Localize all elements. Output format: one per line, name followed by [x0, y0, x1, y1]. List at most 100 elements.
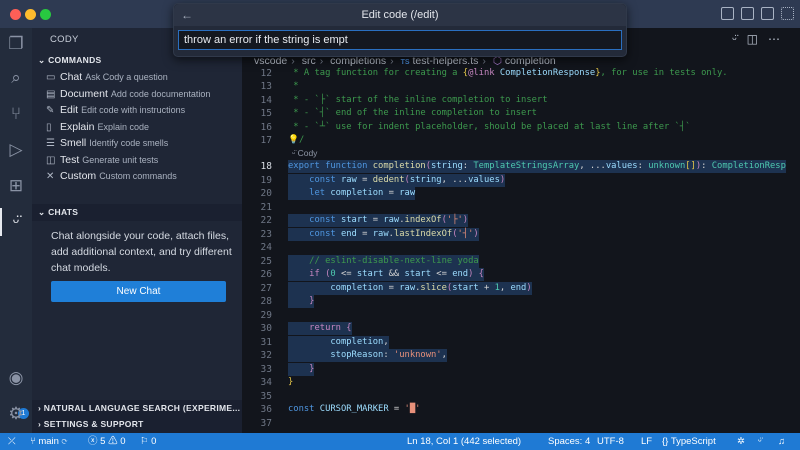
line-number: 35 [260, 390, 272, 402]
code-token: start [356, 269, 384, 279]
indentation[interactable]: Spaces: 4 [548, 433, 590, 450]
command-description: Add code documentation [110, 88, 211, 99]
toggle-secondary-sidebar-icon[interactable] [761, 7, 774, 20]
line-number: 33 [260, 363, 272, 375]
chats-description: Chat alongside your code, attach files, … [51, 230, 232, 274]
code-content: const start = raw.indexOf('├') [288, 214, 469, 227]
nl-search-section-header[interactable]: › NATURAL LANGUAGE SEARCH (EXPERIME... [32, 400, 242, 417]
line-number: 29 [260, 309, 272, 321]
code-token: return [288, 323, 347, 333]
command-smell[interactable]: ☰ Smell Identify code smells [46, 137, 168, 149]
notifications-bell-icon[interactable]: ♫ [778, 433, 785, 450]
code-token: CompletionResponse [499, 68, 596, 78]
code-token: stopReason [288, 350, 384, 360]
customize-layout-icon[interactable] [781, 7, 794, 20]
code-token: 'unknown' [393, 350, 442, 360]
line-number: 17 [260, 135, 272, 146]
command-custom[interactable]: ✕ Custom Custom commands [46, 170, 177, 182]
code-content: completion, [288, 335, 389, 349]
accounts-icon[interactable]: ◉ [6, 368, 26, 388]
code-token: let [288, 188, 331, 198]
line-ending[interactable]: LF [641, 433, 652, 450]
command-description: Ask Cody a question [85, 72, 168, 82]
new-chat-button[interactable]: New Chat [51, 281, 226, 302]
edit-instruction-input[interactable] [178, 30, 622, 50]
command-chat[interactable]: ▭ Chat Ask Cody a question [46, 71, 168, 83]
code-token: ) [526, 282, 532, 293]
code-token: '┤' [457, 228, 474, 239]
minimize-window-button[interactable] [25, 9, 36, 20]
settings-gear-icon[interactable]: ⚙ [6, 404, 26, 424]
code-token: * [288, 81, 299, 92]
code-token: raw [383, 215, 400, 225]
line-number: 26 [260, 269, 272, 280]
branch-indicator[interactable]: ⑂ main ⟳ [30, 433, 67, 450]
cody-status-icon[interactable]: ᵕ̈ [758, 433, 762, 450]
code-token: raw [399, 188, 416, 198]
toggle-panel-icon[interactable] [741, 7, 754, 20]
cody-icon[interactable]: ᵕ̈ [0, 208, 26, 236]
split-editor-icon[interactable]: ◫ [747, 32, 768, 46]
code-token: ) [499, 174, 506, 185]
code-token: dedent [372, 174, 405, 185]
code-token: raw [340, 174, 357, 185]
code-token: [] [685, 161, 696, 171]
settings-support-section-header[interactable]: › SETTINGS & SUPPORT [32, 416, 242, 433]
chats-section-header[interactable]: ⌄ CHATS [32, 204, 242, 221]
close-window-button[interactable] [10, 9, 21, 20]
code-content: let completion = raw [288, 187, 416, 200]
code-token: start [340, 215, 368, 225]
line-number: 28 [260, 296, 272, 307]
code-content: const raw = dedent(string, ...values) [288, 173, 506, 187]
explorer-icon[interactable]: ❐ [6, 34, 26, 54]
back-arrow-icon[interactable]: ← [181, 4, 193, 26]
command-label: Smell [60, 137, 87, 149]
editor[interactable]: ᵕ̈◫⋯ vscode › src › completions › TS test-h… [242, 28, 800, 433]
source-control-icon[interactable]: ⑂ [6, 104, 26, 124]
code-token: end [340, 228, 357, 239]
code-token: + [478, 282, 495, 293]
code-token: , ... [579, 161, 606, 171]
line-number: 23 [260, 228, 272, 240]
command-label: Document [60, 87, 108, 100]
cody-codelens[interactable]: ᵕ̈ Cody [292, 148, 317, 158]
code-token: = [383, 282, 400, 293]
extensions-icon[interactable]: ⊞ [6, 176, 26, 196]
remote-icon[interactable]: ⤫ [8, 433, 16, 450]
code-token: } [288, 363, 315, 374]
line-number: 25 [260, 255, 272, 267]
code-token: indexOf [404, 215, 442, 225]
code-content: } [288, 376, 293, 389]
typescript-file-icon: TS [400, 59, 410, 66]
ports-count: 0 [151, 436, 157, 447]
command-test[interactable]: ◫ Test Generate unit tests [46, 154, 158, 166]
problems-indicator[interactable]: ⓧ 5 ⚠ 0 [88, 433, 126, 450]
command-document[interactable]: ▤ Document Add code documentation [46, 88, 210, 100]
code-token: if [288, 269, 326, 279]
code-content: } [288, 362, 315, 376]
language-mode[interactable]: {} TypeScript [662, 433, 716, 450]
branch-name: main [38, 436, 59, 447]
code-token: string [409, 174, 442, 185]
run-debug-icon[interactable]: ▷ [6, 140, 26, 160]
ports-indicator[interactable]: ⚐ 0 [140, 433, 156, 450]
maximize-window-button[interactable] [40, 9, 51, 20]
cody-settings-icon[interactable]: ✲ [737, 433, 745, 450]
command-explain[interactable]: ▯ Explain Explain code [46, 121, 149, 133]
code-token: TemplateStringsArray [473, 161, 580, 171]
command-edit[interactable]: ✎ Edit Edit code with instructions [46, 104, 185, 116]
line-number: 20 [260, 188, 272, 199]
code-content: * - `┴` use for indent placeholder, shou… [288, 121, 690, 134]
code-token: completion [288, 336, 384, 347]
code-content: * - `├` start of the inline completion t… [288, 94, 547, 107]
encoding[interactable]: UTF-8 [597, 433, 624, 450]
code-token: completion [330, 188, 384, 198]
toggle-primary-sidebar-icon[interactable] [721, 7, 734, 20]
search-icon[interactable]: ⌕ [6, 68, 26, 88]
code-token: * A tag function for creating a [288, 68, 463, 78]
cursor-position[interactable]: Ln 18, Col 1 (442 selected) [407, 433, 521, 450]
cody-action-icon[interactable]: ᵕ̈ [732, 32, 747, 46]
more-actions-icon[interactable]: ⋯ [768, 32, 790, 46]
line-number: 30 [260, 323, 272, 334]
command-label: Custom [60, 170, 97, 182]
